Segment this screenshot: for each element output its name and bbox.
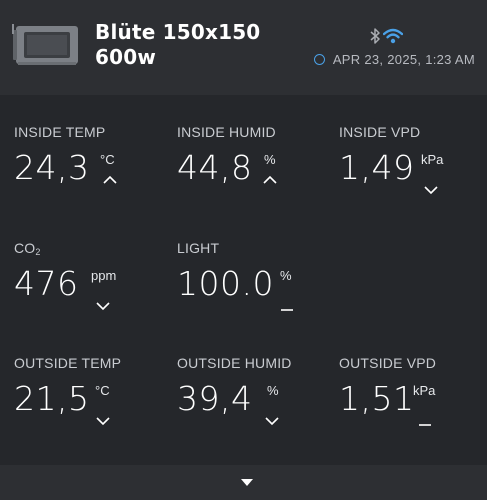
caret-down-icon[interactable] — [240, 478, 254, 487]
trend-up-icon — [263, 175, 277, 184]
metric-inside-vpd[interactable]: INSIDE VPD 1,49 kPa — [339, 124, 487, 224]
metric-label: OUTSIDE HUMID — [177, 355, 292, 371]
metric-inside-humid[interactable]: INSIDE HUMID 44,8 % — [177, 124, 327, 224]
metric-label: LIGHT — [177, 240, 220, 256]
metric-value: 44,8 — [177, 148, 253, 187]
connection-status — [369, 27, 409, 47]
device-title-line1: Blüte 150x150 — [95, 20, 261, 44]
metric-inside-temp[interactable]: INSIDE TEMP 24,3 °C — [14, 124, 164, 224]
metric-unit: % — [267, 383, 279, 398]
metric-label: INSIDE VPD — [339, 124, 421, 140]
metric-outside-humid[interactable]: OUTSIDE HUMID 39,4 % — [177, 355, 327, 455]
status-ring-icon — [313, 54, 325, 65]
metric-value: 1,49 — [339, 148, 415, 187]
metric-unit: % — [264, 152, 276, 167]
metric-value: 1,51 — [339, 379, 415, 418]
device-thumbnail-icon[interactable] — [12, 22, 82, 68]
expand-bar[interactable] — [0, 465, 487, 500]
metric-light[interactable]: LIGHT 100.0 % — [177, 240, 327, 340]
metric-unit: °C — [95, 383, 110, 398]
metric-unit: % — [280, 268, 292, 283]
metric-label: OUTSIDE VPD — [339, 355, 437, 371]
metric-unit: ppm — [91, 268, 117, 283]
metric-unit: °C — [100, 152, 115, 167]
device-dashboard: Blüte 150x150 600w APR 23, 2025, 1:23 AM… — [0, 0, 487, 500]
last-update-timestamp: APR 23, 2025, 1:23 AM — [332, 52, 475, 67]
bluetooth-icon — [370, 28, 380, 44]
metric-co2[interactable]: CO2 476 ppm — [14, 240, 164, 340]
trend-down-icon — [96, 417, 110, 426]
metric-value: 24,3 — [14, 148, 90, 187]
trend-down-icon — [265, 417, 279, 426]
metric-value: 100.0 — [177, 264, 274, 303]
trend-flat-icon — [281, 309, 293, 311]
metric-unit: kPa — [421, 152, 444, 167]
last-update: APR 23, 2025, 1:23 AM — [313, 52, 475, 67]
metric-value: 39,4 — [177, 379, 253, 418]
device-title-line2: 600w — [95, 45, 157, 69]
metric-value: 21,5 — [14, 379, 90, 418]
metric-label: INSIDE TEMP — [14, 124, 106, 140]
metric-label-text: CO — [14, 240, 36, 256]
wifi-icon — [383, 28, 403, 44]
trend-down-icon — [96, 302, 110, 311]
metric-label: INSIDE HUMID — [177, 124, 276, 140]
metric-label-subscript: 2 — [35, 247, 41, 257]
metric-label: CO2 — [14, 240, 41, 257]
trend-up-icon — [103, 175, 117, 184]
metric-outside-temp[interactable]: OUTSIDE TEMP 21,5 °C — [14, 355, 164, 455]
metric-unit: kPa — [413, 383, 436, 398]
device-title: Blüte 150x150 600w — [95, 20, 260, 70]
metric-label: OUTSIDE TEMP — [14, 355, 122, 371]
metric-value: 476 — [14, 264, 79, 303]
metric-outside-vpd[interactable]: OUTSIDE VPD 1,51 kPa — [339, 355, 487, 455]
device-header: Blüte 150x150 600w APR 23, 2025, 1:23 AM — [0, 0, 487, 95]
trend-flat-icon — [419, 424, 431, 426]
trend-down-icon — [424, 186, 438, 195]
